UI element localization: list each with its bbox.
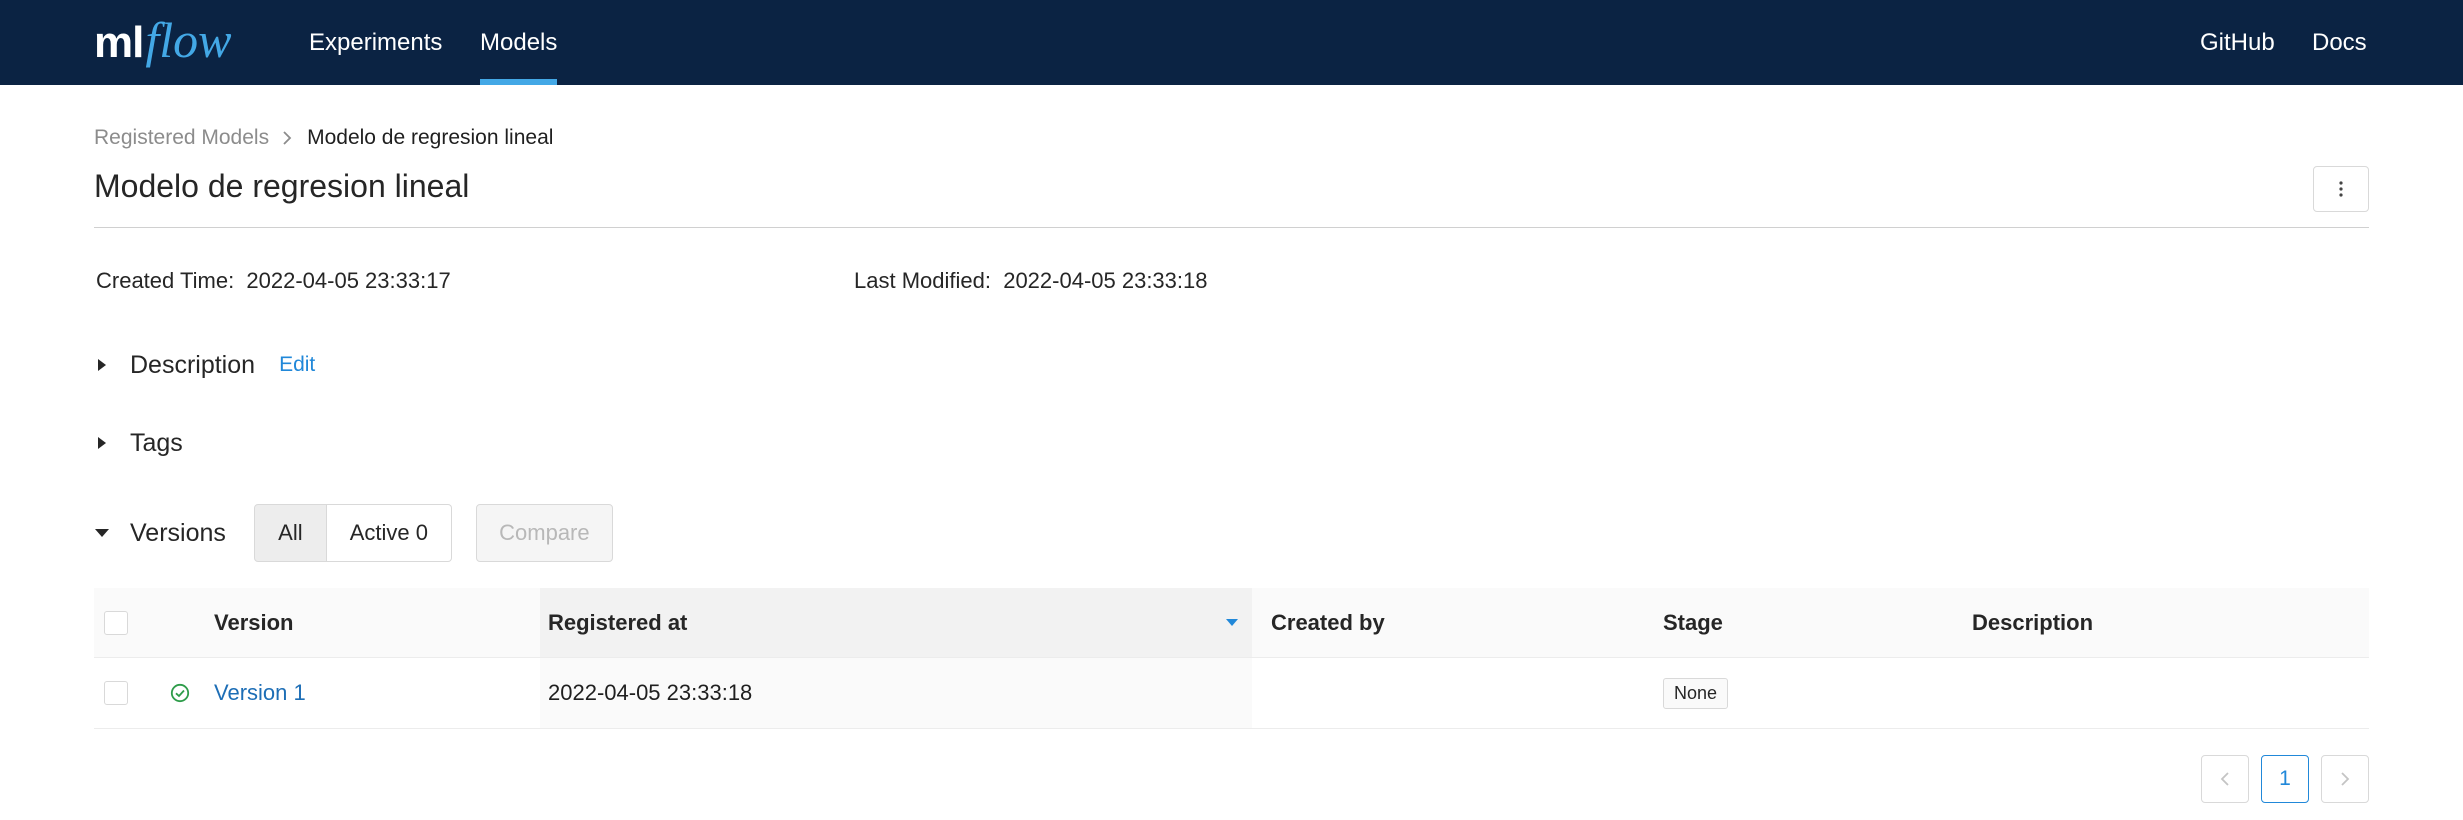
caret-right-icon[interactable] bbox=[94, 435, 110, 451]
logo-ml-text: ml bbox=[94, 18, 144, 67]
page-title: Modelo de regresion lineal bbox=[94, 168, 470, 204]
filter-all-button[interactable]: All bbox=[253, 504, 327, 562]
check-circle-icon bbox=[170, 683, 190, 703]
sort-descending-icon bbox=[1226, 618, 1238, 626]
stage-badge: None bbox=[1663, 677, 1729, 709]
column-header-version[interactable]: Version bbox=[214, 588, 293, 657]
created-time-label: Created Time bbox=[96, 268, 229, 293]
table-row: Version 1 2022-04-05 23:33:18 None bbox=[94, 658, 2369, 729]
edit-description-link[interactable]: Edit bbox=[279, 353, 315, 377]
select-all-checkbox[interactable] bbox=[104, 610, 128, 635]
row-select-checkbox[interactable] bbox=[104, 681, 128, 705]
filter-active-button[interactable]: Active 0 bbox=[326, 504, 452, 562]
tags-section-label[interactable]: Tags bbox=[130, 429, 183, 458]
select-all-cell bbox=[104, 588, 128, 657]
chevron-left-icon bbox=[2220, 772, 2229, 786]
created-time: Created Time: 2022-04-05 23:33:17 bbox=[96, 268, 451, 293]
created-time-value: 2022-04-05 23:33:17 bbox=[246, 268, 451, 293]
table-header-row: Version Registered at Created by Stage D… bbox=[94, 588, 2369, 658]
more-options-button[interactable] bbox=[2313, 166, 2369, 212]
row-select-cell bbox=[104, 658, 128, 728]
column-header-stage[interactable]: Stage bbox=[1663, 588, 1723, 657]
breadcrumb-current: Modelo de regresion lineal bbox=[307, 126, 554, 149]
versions-section-label[interactable]: Versions bbox=[130, 519, 226, 548]
nav-experiments-link[interactable]: Experiments bbox=[309, 0, 442, 85]
registered-at-cell: 2022-04-05 23:33:18 bbox=[540, 658, 1252, 728]
column-header-description[interactable]: Description bbox=[1972, 588, 2093, 657]
registered-at-header-label: Registered at bbox=[548, 609, 688, 635]
description-section: Description Edit bbox=[94, 348, 315, 382]
logo-flow-text: flow bbox=[145, 12, 232, 68]
caret-right-icon[interactable] bbox=[94, 357, 110, 373]
column-header-created-by[interactable]: Created by bbox=[1271, 588, 1385, 657]
chevron-right-icon bbox=[283, 131, 292, 145]
tags-section: Tags bbox=[94, 426, 183, 460]
breadcrumb-registered-models-link[interactable]: Registered Models bbox=[94, 126, 269, 150]
last-modified-value: 2022-04-05 23:33:18 bbox=[1003, 268, 1208, 293]
description-section-label[interactable]: Description bbox=[130, 351, 255, 380]
last-modified: Last Modified: 2022-04-05 23:33:18 bbox=[854, 268, 1208, 293]
version-filter-toggle: All Active 0 bbox=[253, 504, 452, 562]
nav-models-label: Models bbox=[480, 29, 558, 56]
breadcrumb: Registered Models Modelo de regresion li… bbox=[94, 124, 553, 152]
chevron-right-icon bbox=[2341, 772, 2350, 786]
next-page-button bbox=[2321, 755, 2369, 803]
title-divider bbox=[94, 227, 2369, 228]
version-link[interactable]: Version 1 bbox=[214, 658, 306, 728]
active-tab-indicator bbox=[480, 79, 558, 85]
vertical-dots-icon bbox=[2339, 181, 2343, 197]
versions-table: Version Registered at Created by Stage D… bbox=[94, 588, 2369, 729]
page-1-button[interactable]: 1 bbox=[2261, 755, 2309, 803]
versions-section: Versions All Active 0 Compare bbox=[94, 504, 613, 562]
nav-models-link[interactable]: Models bbox=[480, 0, 558, 85]
previous-page-button bbox=[2201, 755, 2249, 803]
column-header-registered-at[interactable]: Registered at bbox=[540, 588, 1252, 657]
mlflow-logo[interactable]: ml flow bbox=[94, 8, 232, 72]
compare-button: Compare bbox=[475, 504, 613, 562]
nav-docs-link[interactable]: Docs bbox=[2312, 0, 2367, 85]
stage-cell: None bbox=[1663, 658, 1729, 728]
nav-github-link[interactable]: GitHub bbox=[2200, 0, 2275, 85]
caret-down-icon[interactable] bbox=[94, 525, 110, 541]
top-navbar: ml flow Experiments Models GitHub Docs bbox=[0, 0, 2463, 85]
last-modified-label: Last Modified bbox=[854, 268, 985, 293]
status-cell bbox=[170, 658, 190, 728]
